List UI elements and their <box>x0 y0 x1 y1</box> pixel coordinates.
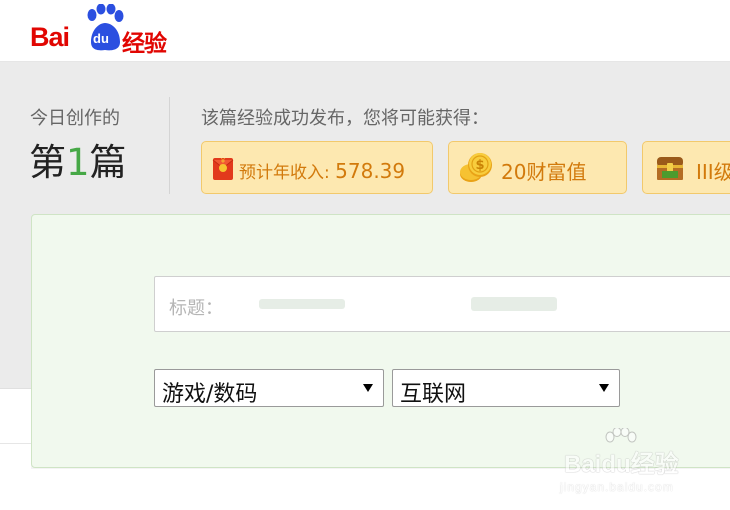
blurred-title-text <box>471 297 557 311</box>
category-select-1[interactable]: 游戏/数码 <box>154 369 384 407</box>
left-lower-area <box>0 388 31 510</box>
article-count: 第1篇 <box>29 141 127 185</box>
watermark-text: Baidu经验 <box>564 451 679 478</box>
logo-bai-text: Bai <box>30 22 70 52</box>
category-select-2[interactable]: 互联网 <box>392 369 620 407</box>
income-text: 预计年收入: 578.39 <box>239 158 405 183</box>
dropdown-arrow-icon <box>363 384 373 392</box>
blurred-title-text <box>259 299 345 309</box>
reward-level-chip: III级 <box>642 141 730 194</box>
income-value: 578.39 <box>335 159 406 183</box>
level-text: III级 <box>696 160 730 184</box>
treasure-chest-icon <box>657 157 683 180</box>
logo-du-text: du <box>93 31 109 46</box>
dropdown-arrow-icon <box>599 384 609 392</box>
category-1-value: 游戏/数码 <box>162 382 258 407</box>
divider <box>169 97 170 194</box>
wealth-text: 20财富值 <box>501 160 587 184</box>
logo-jingyan-text: 经验 <box>122 31 167 57</box>
watermark-url: jingyan.baidu.com <box>560 480 674 494</box>
category-2-value: 互联网 <box>400 382 467 407</box>
red-envelope-icon: ¥ <box>212 157 234 180</box>
svg-text:¥: ¥ <box>221 157 226 165</box>
reward-income-chip: ¥ 预计年收入: 578.39 <box>201 141 433 194</box>
svg-text:$: $ <box>475 158 484 173</box>
top-bar: Bai du 经验 <box>0 0 730 62</box>
count-prefix: 第 <box>29 141 66 184</box>
divider <box>0 443 31 444</box>
reward-title: 该篇经验成功发布，您将可能获得： <box>201 108 489 129</box>
today-label: 今日创作的 <box>30 108 120 129</box>
title-label: 标题： <box>169 298 223 319</box>
baidu-jingyan-logo[interactable]: Bai du 经验 <box>30 4 190 57</box>
title-input[interactable]: 标题： <box>154 276 730 332</box>
baidu-jingyan-watermark: Baidu经验 jingyan.baidu.com <box>556 428 706 498</box>
count-suffix: 篇 <box>89 141 127 184</box>
reward-wealth-chip: $ 20财富值 <box>448 141 627 194</box>
income-label: 预计年收入: <box>239 163 330 183</box>
paw-icon <box>87 4 124 51</box>
gold-coin-icon: $ <box>460 153 492 182</box>
count-number: 1 <box>66 141 90 184</box>
